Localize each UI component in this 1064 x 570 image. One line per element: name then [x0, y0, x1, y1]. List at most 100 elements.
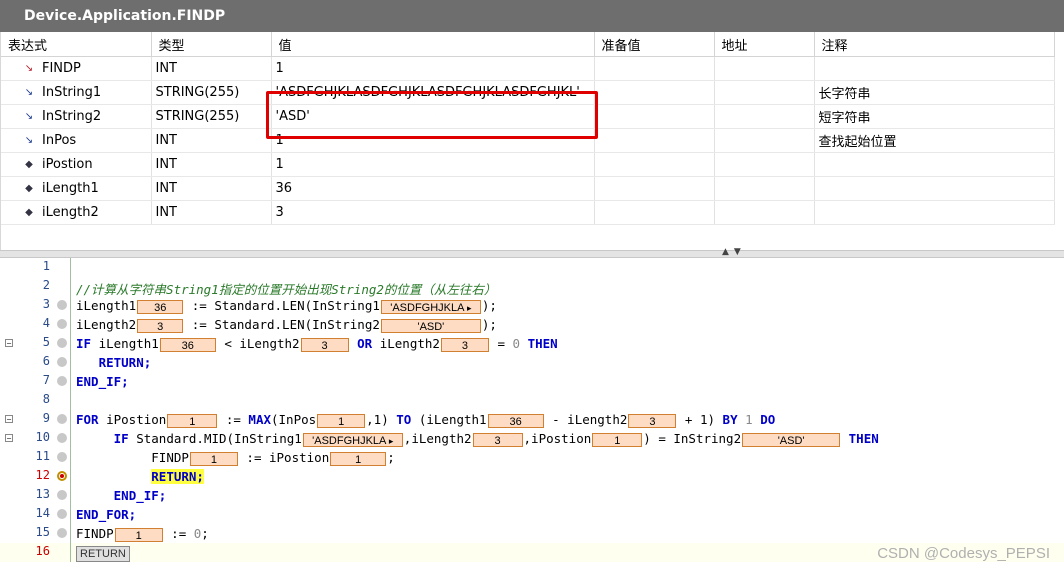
col-header-type[interactable]: 类型 [151, 32, 272, 57]
var-value[interactable]: 1 [271, 56, 595, 81]
code-line-14[interactable]: 14 END_FOR; [0, 505, 1064, 524]
var-prepared-value[interactable] [594, 200, 715, 225]
monitor-value[interactable]: 'ASDFGHJKLA [302, 432, 403, 447]
return-marker[interactable]: RETURN [76, 546, 130, 562]
monitor-value[interactable]: 'ASD' [742, 432, 841, 447]
monitor-value[interactable]: 'ASD' [380, 318, 481, 333]
code-token: := iPostion [238, 450, 330, 465]
line-number: 3 [42, 297, 50, 311]
code-token: FINDP [151, 450, 189, 465]
col-header-expression[interactable]: 表达式 [1, 32, 152, 57]
var-prepared-value[interactable] [594, 176, 715, 201]
var-name-label: iPostion [42, 157, 93, 172]
breakpoint-current-icon[interactable] [57, 471, 67, 481]
var-prepared-value[interactable] [594, 56, 715, 81]
code-token: := Standard.LEN(InString1 [184, 298, 380, 313]
code-keyword: IF [113, 431, 129, 446]
table-row[interactable]: ◆ iPostion INT 1 [1, 152, 1055, 177]
breakpoint-marker[interactable] [57, 376, 67, 386]
breakpoint-marker[interactable] [57, 300, 67, 310]
monitor-value[interactable]: 'ASDFGHJKLA [380, 299, 481, 314]
breakpoint-marker[interactable] [57, 338, 67, 348]
monitor-value[interactable]: 3 [137, 318, 184, 333]
code-keyword: DO [760, 412, 776, 427]
breakpoint-marker[interactable] [57, 452, 67, 462]
var-name-label: InPos [42, 133, 77, 148]
var-prepared-value[interactable] [594, 104, 715, 129]
monitor-value[interactable]: 1 [592, 432, 643, 447]
table-row[interactable]: ◆ iLength1 INT 36 [1, 176, 1055, 201]
var-value[interactable]: 3 [271, 200, 595, 225]
code-line-6[interactable]: 6 RETURN; [0, 353, 1064, 372]
monitor-value[interactable]: 1 [167, 413, 218, 428]
var-type: STRING(255) [151, 104, 272, 129]
code-line-3[interactable]: 3 iLength1 36 := Standard.LEN(InString1 'A… [0, 296, 1064, 315]
code-line-1[interactable]: 1 [0, 258, 1064, 277]
line-number: 8 [42, 392, 50, 406]
code-line-11[interactable]: 11 FINDP 1 := iPostion 1; [0, 448, 1064, 467]
code-number: 1 [737, 412, 761, 427]
col-header-prepared-value[interactable]: 准备值 [594, 32, 715, 57]
monitor-value[interactable]: 3 [472, 432, 523, 447]
monitor-value[interactable]: 36 [159, 337, 216, 352]
var-value[interactable]: 1 [271, 152, 595, 177]
code-token: (InPos [271, 412, 317, 427]
code-line-8[interactable]: 8 [0, 391, 1064, 410]
code-keyword: TO [396, 412, 412, 427]
breakpoint-marker[interactable] [57, 319, 67, 329]
code-keyword: OR [357, 336, 373, 351]
code-comment: //计算从字符串String1指定的位置开始出现String2的位置（从左往右） [76, 282, 497, 297]
fold-toggle-icon[interactable]: − [5, 434, 13, 443]
monitor-value[interactable]: 3 [440, 337, 489, 352]
code-line-4[interactable]: 4 iLength2 3 := Standard.LEN(InString2 'AS… [0, 315, 1064, 334]
code-token: ,iPostion [523, 431, 592, 446]
var-prepared-value[interactable] [594, 80, 715, 105]
monitor-value[interactable]: 1 [114, 527, 163, 542]
monitor-value[interactable]: 36 [487, 413, 544, 428]
splitter-arrows-icon[interactable]: ▲▼ [722, 247, 746, 257]
table-row[interactable]: ◆ iLength2 INT 3 [1, 200, 1055, 225]
breakpoint-marker[interactable] [57, 528, 67, 538]
col-header-value[interactable]: 值 [271, 32, 595, 57]
code-line-2[interactable]: 2 //计算从字符串String1指定的位置开始出现String2的位置（从左往… [0, 277, 1064, 297]
var-address [714, 176, 815, 201]
breakpoint-marker[interactable] [57, 414, 67, 424]
code-line-5[interactable]: − 5 IF iLength1 36 < iLength2 3 OR iLength… [0, 334, 1064, 353]
code-line-7[interactable]: 7 END_IF; [0, 372, 1064, 391]
code-line-12[interactable]: 12 RETURN; [0, 467, 1064, 486]
window-title: Device.Application.FINDP [0, 0, 1064, 32]
local-var-icon: ◆ [25, 207, 33, 218]
code-line-9[interactable]: − 9 FOR iPostion 1 := MAX(InPos 1,1) TO (i… [0, 410, 1064, 429]
line-number: 13 [35, 487, 50, 501]
fold-toggle-icon[interactable]: − [5, 415, 13, 424]
pane-splitter[interactable]: ▲▼ [0, 247, 1064, 258]
var-prepared-value[interactable] [594, 152, 715, 177]
var-prepared-value[interactable] [594, 128, 715, 153]
code-editor[interactable]: 1 2 //计算从字符串String1指定的位置开始出现String2的位置（从… [0, 258, 1064, 570]
table-row[interactable]: ↘ FINDP INT 1 [1, 56, 1055, 81]
code-line-13[interactable]: 13 END_IF; [0, 486, 1064, 505]
breakpoint-marker[interactable] [57, 490, 67, 500]
monitor-value[interactable]: 3 [628, 413, 677, 428]
code-keyword: IF [76, 336, 92, 351]
breakpoint-marker[interactable] [57, 357, 67, 367]
var-comment: 短字符串 [814, 104, 1055, 129]
code-line-10[interactable]: − 10 IF Standard.MID(InString1 'ASDFGHJKL… [0, 429, 1064, 448]
var-name-label: InString1 [42, 85, 102, 100]
monitor-value[interactable]: 1 [317, 413, 366, 428]
code-token: + 1) [677, 412, 723, 427]
var-address [714, 128, 815, 153]
monitor-value[interactable]: 36 [137, 299, 184, 314]
var-value[interactable]: 36 [271, 176, 595, 201]
monitor-value[interactable]: 3 [300, 337, 349, 352]
monitor-value[interactable]: 1 [330, 451, 387, 466]
var-comment [814, 200, 1055, 225]
breakpoint-marker[interactable] [57, 433, 67, 443]
col-header-comment[interactable]: 注释 [814, 32, 1055, 57]
breakpoint-marker[interactable] [57, 509, 67, 519]
col-header-address[interactable]: 地址 [714, 32, 815, 57]
var-name-label: InString2 [42, 109, 102, 124]
fold-toggle-icon[interactable]: − [5, 339, 13, 348]
code-line-15[interactable]: 15 FINDP 1 := 0; [0, 524, 1064, 543]
monitor-value[interactable]: 1 [189, 451, 238, 466]
